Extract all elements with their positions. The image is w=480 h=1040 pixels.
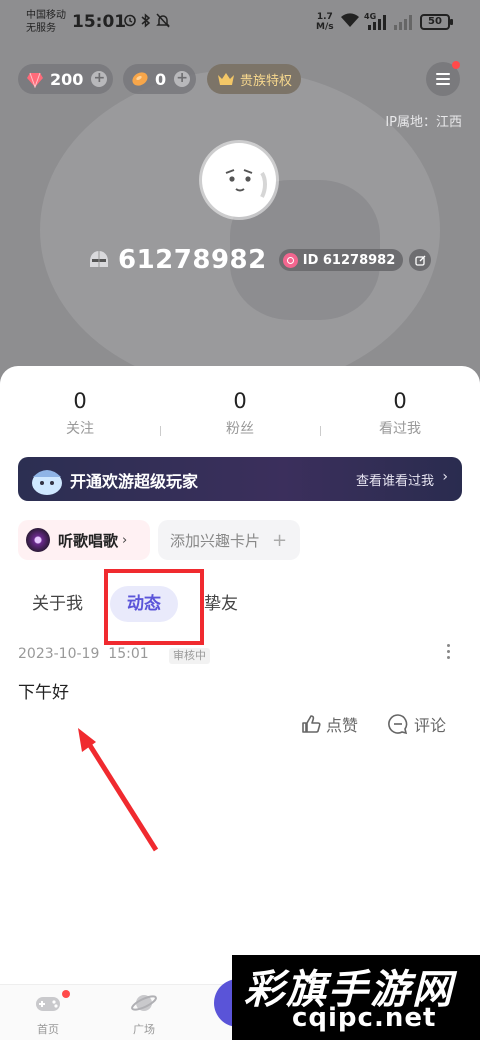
stat-followers-count: 0: [233, 389, 247, 413]
site-watermark: 彩旗手游网 cqipc.net: [232, 955, 480, 1040]
tab-close-friends[interactable]: 挚友: [204, 586, 238, 622]
network-speed-unit: M/s: [316, 22, 334, 32]
noble-privilege-label: 贵族特权: [239, 73, 292, 89]
chevron-right-icon: ›: [442, 469, 448, 485]
stats-row: 0 关注 0 粉丝 0 看过我: [0, 388, 480, 440]
post-date: 2023-10-19: [18, 646, 100, 662]
level-helmet-icon: [90, 251, 108, 267]
crown-icon: [217, 73, 234, 85]
menu-notification-dot: [452, 61, 460, 69]
user-id-badge[interactable]: ID 61278982: [278, 249, 404, 271]
post-text: 下午好: [18, 683, 69, 703]
add-interest-card-label: 添加兴趣卡片: [170, 531, 261, 550]
wifi-icon: [340, 12, 360, 32]
interest-tag-label: 听歌唱歌: [58, 531, 119, 550]
stat-following[interactable]: 0 关注: [0, 388, 160, 440]
alarm-icon: [123, 13, 137, 31]
network-speed: 1.7 M/s: [316, 12, 334, 32]
diamond-icon: [27, 72, 43, 88]
nav-home[interactable]: 首页: [18, 991, 78, 1037]
home-notification-dot: [62, 990, 70, 998]
stat-following-count: 0: [73, 389, 87, 413]
battery-indicator: 50: [420, 14, 453, 30]
highlight-box: [104, 569, 204, 645]
bean-balance[interactable]: 0 +: [123, 64, 197, 94]
network-speed-value: 1.7: [316, 12, 333, 22]
thumbs-up-icon: [302, 715, 321, 733]
add-diamonds-icon[interactable]: +: [91, 71, 108, 87]
diamond-count: 200: [50, 69, 84, 89]
avatar-face-icon: [225, 169, 267, 198]
noble-privilege-button[interactable]: 贵族特权: [207, 64, 301, 94]
nav-home-label: 首页: [37, 1023, 59, 1036]
stat-divider: [320, 426, 321, 436]
mute-bell-icon: [156, 13, 170, 32]
like-button[interactable]: 点赞: [300, 712, 358, 736]
copy-id-button[interactable]: [409, 249, 432, 271]
status-time: 15:01: [72, 12, 127, 32]
vip-banner-title: 开通欢游超级玩家: [70, 472, 199, 491]
nav-plaza[interactable]: 广场: [114, 991, 174, 1037]
tab-about-me[interactable]: 关于我: [32, 586, 83, 622]
bluetooth-icon: [140, 13, 152, 32]
username: 61278982: [118, 245, 267, 275]
review-status-badge: 审核中: [169, 648, 210, 664]
stat-followers[interactable]: 0 粉丝: [160, 388, 320, 440]
carrier-service: 无服务: [26, 23, 56, 34]
bean-count: 0: [155, 69, 167, 89]
more-options-icon[interactable]: [444, 644, 452, 659]
like-label: 点赞: [326, 716, 359, 735]
avatar[interactable]: [202, 143, 276, 217]
id-icon: [282, 252, 298, 268]
stat-visitors[interactable]: 0 看过我: [320, 388, 480, 440]
comment-icon: [388, 714, 408, 735]
signal-strength-icon: [368, 14, 386, 30]
planet-icon: [131, 995, 157, 1011]
vip-banner[interactable]: 开通欢游超级玩家 查看谁看过我 ›: [18, 457, 462, 501]
signal-no-service-icon: [394, 14, 412, 30]
nav-plaza-label: 广场: [133, 1023, 155, 1036]
stat-visitors-label: 看过我: [379, 421, 421, 437]
comment-label: 评论: [414, 716, 447, 735]
carrier-name: 中国移动: [26, 10, 66, 21]
red-arrow-annotation: [78, 728, 159, 852]
stat-followers-label: 粉丝: [226, 421, 254, 437]
watermark-url: cqipc.net: [292, 1003, 437, 1033]
comment-button[interactable]: 评论: [386, 712, 446, 736]
vip-banner-link[interactable]: 查看谁看过我: [356, 470, 434, 489]
user-id-text: ID 61278982: [302, 252, 396, 268]
plus-icon: +: [272, 529, 288, 551]
interest-tag[interactable]: 听歌唱歌 ›: [18, 520, 150, 560]
diamond-balance[interactable]: 200 +: [18, 64, 114, 94]
carrier-info: 中国移动 无服务: [26, 9, 66, 35]
ip-location: IP属地：江西: [385, 115, 462, 130]
status-bar: 中国移动 无服务 15:01 1.7 M/s 4G 50: [0, 0, 480, 44]
bean-icon: [132, 72, 148, 86]
gamepad-icon: [36, 997, 60, 1011]
music-disc-icon: [26, 528, 50, 552]
stat-visitors-count: 0: [393, 389, 407, 413]
post-timestamp: 2023-10-19 15:01: [18, 646, 149, 662]
post-time: 15:01: [108, 646, 149, 662]
profile-content-panel: 0 关注 0 粉丝 0 看过我 开通欢游超级玩家 查看谁看过我 › 听歌唱歌 ›…: [0, 366, 480, 1040]
add-beans-icon[interactable]: +: [174, 71, 191, 87]
stat-following-label: 关注: [66, 421, 94, 437]
add-interest-card-button[interactable]: 添加兴趣卡片 +: [158, 520, 300, 560]
edit-icon: [415, 255, 426, 266]
chevron-right-icon: ›: [122, 532, 128, 548]
profile-tabs: 关于我 动态 挚友: [0, 586, 480, 626]
stat-divider: [160, 426, 161, 436]
user-identity-row: 61278982 ID 61278982: [86, 242, 432, 278]
mascot-icon: [32, 470, 62, 495]
